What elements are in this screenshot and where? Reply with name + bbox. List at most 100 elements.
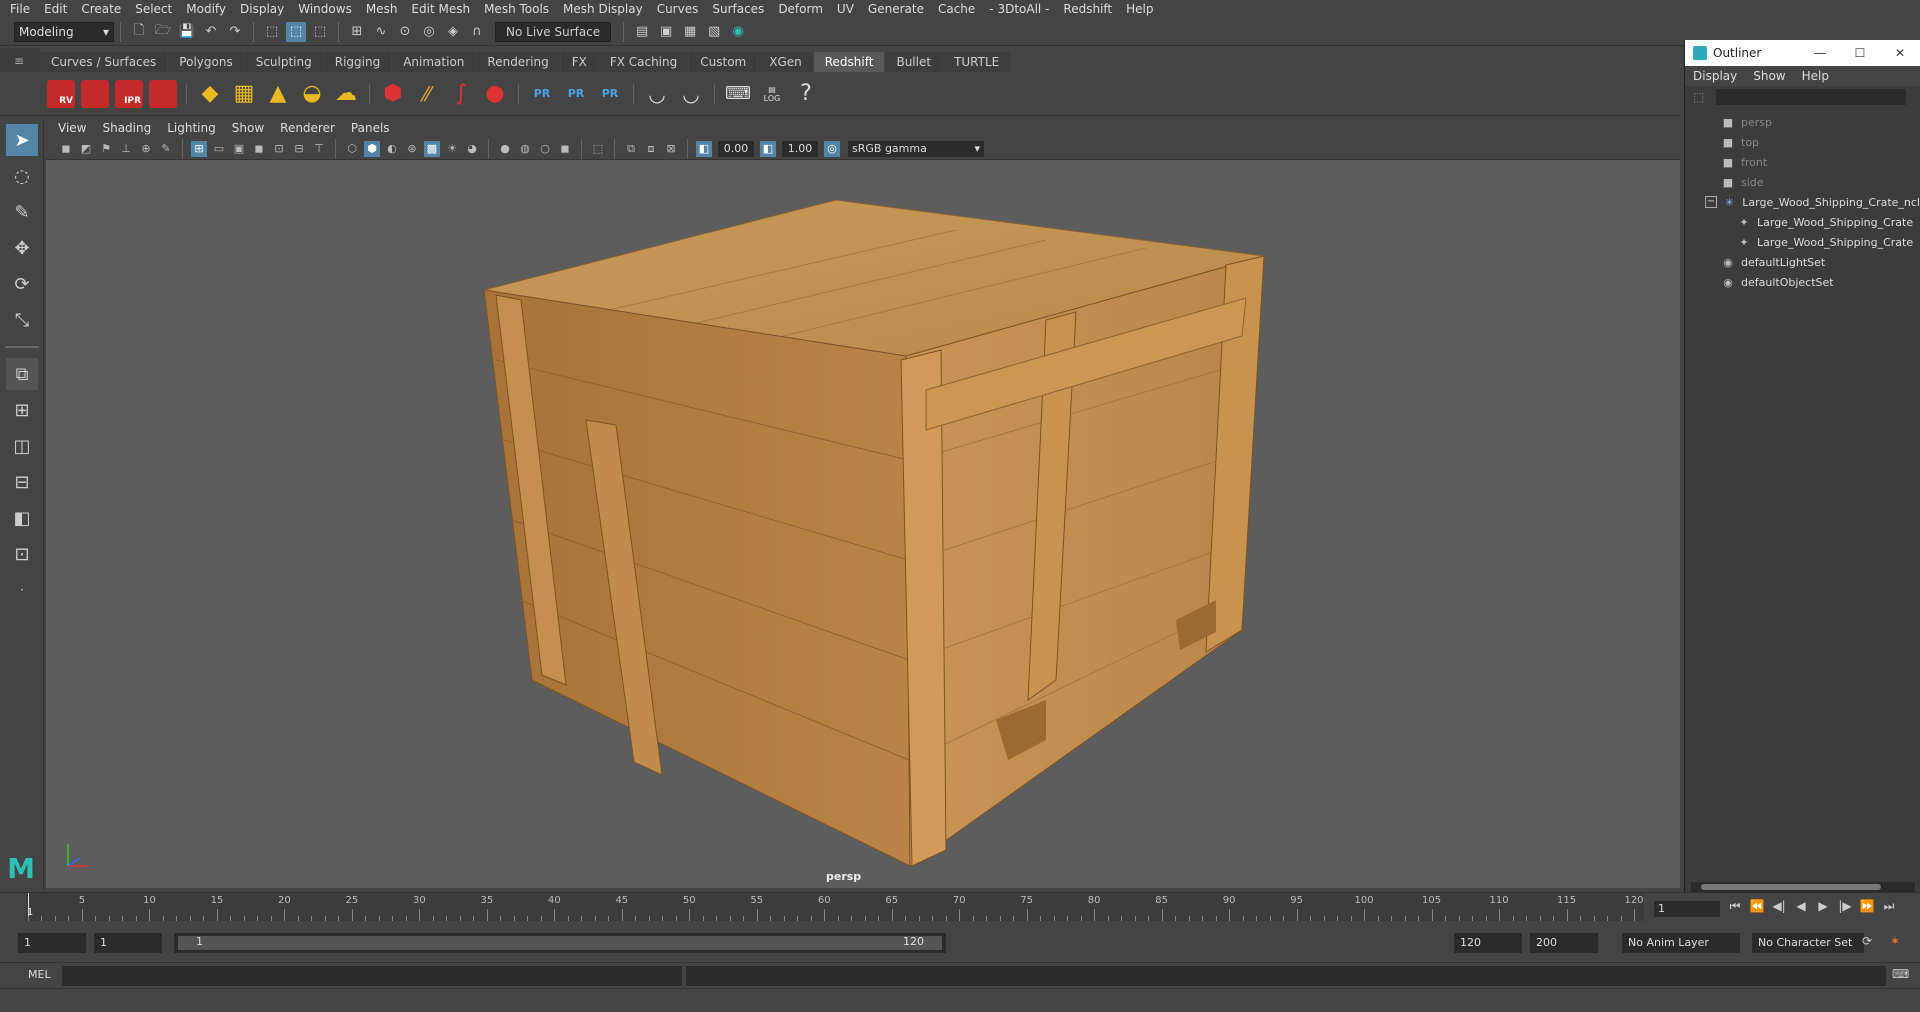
outliner-menu-help[interactable]: Help [1802,69,1845,83]
paint-select-tool-icon[interactable]: ✎ [6,196,38,228]
outliner-item[interactable]: ✦ Large_Wood_Shipping_Crate [1685,212,1920,232]
outliner-search-input[interactable] [1716,89,1907,105]
shelf-tab-xgen[interactable]: XGen [758,52,813,72]
menu-help[interactable]: Help [1120,2,1161,16]
command-language-label[interactable]: MEL [28,968,51,981]
menu-file[interactable]: File [4,2,38,16]
screen-space-ao-icon[interactable]: ● [497,141,513,157]
snap-surface-icon[interactable]: ◈ [443,22,463,42]
xray-joints-icon[interactable]: ⧈ [643,141,659,157]
gamma-icon[interactable]: ◧ [760,140,776,157]
shelf-tab-bullet[interactable]: Bullet [885,52,943,72]
go-to-end-icon[interactable]: ⏭ [1878,899,1900,917]
menu-select[interactable]: Select [129,2,180,16]
outliner-item[interactable]: ■ persp [1685,112,1920,132]
save-scene-icon[interactable]: 💾 [177,22,197,42]
panel-menu-show[interactable]: Show [226,121,274,135]
shelf-menu-icon[interactable]: ≡ [14,54,26,68]
xray-active-icon[interactable]: ⊠ [663,141,679,157]
side-by-side-layout-icon[interactable]: ◫ [6,430,38,462]
live-surface-field[interactable]: No Live Surface [495,21,612,42]
playback-end-field[interactable]: 120 [1454,933,1522,953]
maximize-icon[interactable]: ☐ [1840,46,1880,60]
material-bowl-button[interactable]: ◡ [642,77,672,111]
minimize-icon[interactable]: — [1800,46,1840,60]
shelf-tab-sculpting[interactable]: Sculpting [244,52,323,72]
anim-prefs-icon[interactable]: ✶ [1890,934,1900,948]
sphere-button[interactable]: ● [480,77,510,111]
safe-title-icon[interactable]: ⊤ [311,141,327,157]
menu-edit[interactable]: Edit [38,2,75,16]
perspective-viewport[interactable]: persp [46,160,1680,888]
persp-outliner-layout-icon[interactable]: ◧ [6,502,38,534]
shelf-tab-polygons[interactable]: Polygons [168,52,244,72]
redo-icon[interactable]: ↷ [225,22,245,42]
scale-tool-icon[interactable]: ⤡ [6,304,38,336]
shelf-tab-fx-caching[interactable]: FX Caching [598,52,689,72]
auto-key-icon[interactable]: ⟳ [1862,934,1872,948]
redshift-ipr-button[interactable]: IPR [114,77,144,111]
collapse-icon[interactable]: − [1705,196,1717,208]
sun-sky-button[interactable]: ☁ [331,77,361,111]
play-backward-icon[interactable]: ◀ [1790,899,1812,917]
resolution-gate-icon[interactable]: ▣ [231,141,247,157]
panel-menu-shading[interactable]: Shading [96,121,161,135]
script-editor-button[interactable]: ⌨ [723,77,753,111]
use-all-lights-icon[interactable]: ☀ [444,141,460,157]
shelf-tab-rigging[interactable]: Rigging [323,52,392,72]
render-settings-icon[interactable]: ▤ [632,22,652,42]
panel-menu-renderer[interactable]: Renderer [274,121,345,135]
hair-button[interactable]: ∫ [446,77,476,111]
outliner-menu-show[interactable]: Show [1753,69,1801,83]
mode-select[interactable]: Modeling ▾ [14,21,114,42]
gamma-field[interactable]: 1.00 [782,140,818,157]
menu-3dtoall[interactable]: - 3DtoAll - [983,2,1057,16]
panel-menu-view[interactable]: View [52,121,96,135]
lasso-tool-icon[interactable]: ◌ [6,160,38,192]
render-frame-icon[interactable]: ▣ [656,22,676,42]
redshift-settings-button[interactable] [148,77,178,111]
menu-redshift[interactable]: Redshift [1057,2,1120,16]
redshift-render-view-button[interactable]: RV [46,77,76,111]
move-tool-icon[interactable]: ✥ [6,232,38,264]
film-gate-icon[interactable]: ⊕ [138,141,154,157]
camera-attr-icon[interactable]: ◩ [78,141,94,157]
shelf-tab-rendering[interactable]: Rendering [476,52,560,72]
filter-icon[interactable]: ⬚ [1693,90,1704,104]
select-tool-icon[interactable]: ➤ [6,124,38,156]
shelf-tab-turtle[interactable]: TURTLE [943,52,1011,72]
step-forward-key-icon[interactable]: ⏩ [1856,899,1878,917]
smooth-shade-icon[interactable]: ⬢ [364,140,380,157]
isolate-select-icon[interactable]: ⬚ [590,141,606,157]
script-editor-icon[interactable]: ⌨ [1892,967,1909,981]
ipr-render-icon[interactable]: ▦ [680,22,700,42]
menu-surfaces[interactable]: Surfaces [706,2,772,16]
redshift-batch-render-button[interactable] [80,77,110,111]
film-gate-toggle-icon[interactable]: ▭ [211,141,227,157]
scrollbar-thumb[interactable] [1701,884,1881,890]
gate-mask-icon[interactable]: ◼ [251,141,267,157]
pr-export-button[interactable]: PR [561,77,591,111]
portal-light-button[interactable]: ◒ [297,77,327,111]
select-object-icon[interactable]: ⬚ [286,21,306,42]
field-chart-icon[interactable]: ⊡ [271,141,287,157]
animation-start-field[interactable]: 1 [18,933,86,953]
menu-windows[interactable]: Windows [292,2,360,16]
outliner-menu-display[interactable]: Display [1693,69,1753,83]
shelf-tab-custom[interactable]: Custom [689,52,758,72]
range-thumb[interactable] [178,936,942,950]
animation-end-field[interactable]: 200 [1530,933,1598,953]
antialiasing-icon[interactable]: ○ [537,141,553,157]
shelf-tab-curves-surfaces[interactable]: Curves / Surfaces [40,52,168,72]
persp-graph-layout-icon[interactable]: ⊟ [6,466,38,498]
wireframe-on-shaded-icon[interactable]: ⊛ [404,141,420,157]
grease-pencil-icon[interactable]: ✎ [158,141,174,157]
step-back-frame-icon[interactable]: ◀| [1768,899,1790,917]
menu-mesh-display[interactable]: Mesh Display [557,2,651,16]
textured-icon[interactable]: ▩ [424,140,440,157]
rotate-tool-icon[interactable]: ⟳ [6,268,38,300]
outliner-item[interactable]: ✦ Large_Wood_Shipping_Crate [1685,232,1920,252]
outliner-item[interactable]: ◉ defaultLightSet [1685,252,1920,272]
depth-of-field-icon[interactable]: ◼ [557,141,573,157]
outliner-item[interactable]: ■ top [1685,132,1920,152]
